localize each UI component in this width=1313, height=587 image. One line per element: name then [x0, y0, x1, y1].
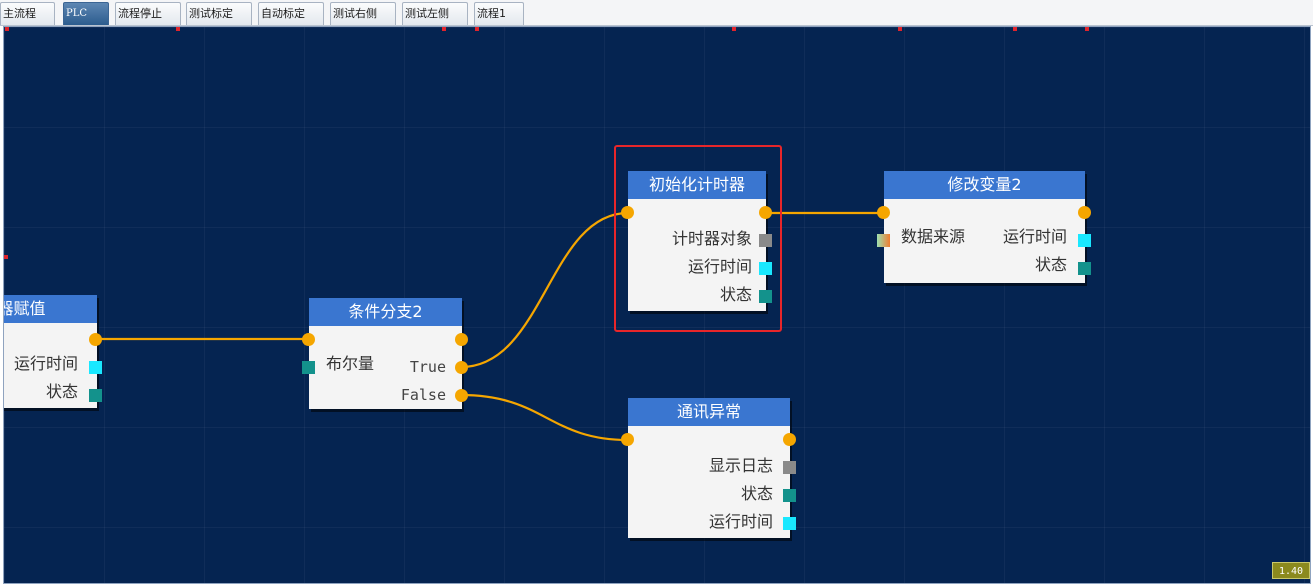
false-out-port[interactable]	[455, 389, 468, 402]
node-condition-branch[interactable]: 条件分支2 布尔量 True False	[309, 298, 462, 409]
output-label-runtime: 运行时间	[708, 512, 773, 531]
tab-flow-1[interactable]: 流程1	[474, 2, 524, 25]
zoom-level-badge: 1.40	[1272, 562, 1310, 579]
flow-canvas[interactable]: 寄存器赋值 运行时间 状态 条件分支2 布尔量 True False 初始化计时…	[3, 26, 1311, 584]
flow-tab-bar: 主流程 PLC 流程停止 测试标定 自动标定 测试右侧 测试左侧 流程1	[0, 0, 1313, 26]
runtime-out-port[interactable]	[89, 361, 102, 374]
node-title: 寄存器赋值	[4, 295, 97, 323]
tab-flow-stop[interactable]: 流程停止	[115, 2, 181, 25]
runtime-out-port[interactable]	[1078, 234, 1091, 247]
tab-test-calibration[interactable]: 测试标定	[186, 2, 252, 25]
exec-out-port[interactable]	[455, 333, 468, 346]
tab-test-right[interactable]: 测试右侧	[330, 2, 396, 25]
input-label-boolean: 布尔量	[326, 354, 375, 373]
status-out-port[interactable]	[89, 389, 102, 402]
status-out-port[interactable]	[783, 489, 796, 502]
branch-label-false: False	[400, 386, 446, 404]
tab-plc[interactable]: PLC	[63, 2, 109, 25]
exec-in-port[interactable]	[302, 333, 315, 346]
node-title: 通讯异常	[628, 398, 790, 426]
output-label-runtime: 运行时间	[1002, 227, 1067, 246]
node-communication-error[interactable]: 通讯异常 显示日志 状态 运行时间	[628, 398, 790, 538]
tab-auto-calibration[interactable]: 自动标定	[258, 2, 324, 25]
exec-in-port[interactable]	[621, 433, 634, 446]
output-label-status: 状态	[45, 382, 78, 401]
input-label-data-source: 数据来源	[901, 227, 966, 246]
node-register-assign[interactable]: 寄存器赋值 运行时间 状态	[4, 295, 97, 408]
exec-out-port[interactable]	[1078, 206, 1091, 219]
output-label-show-log: 显示日志	[708, 456, 773, 475]
true-out-port[interactable]	[455, 361, 468, 374]
exec-out-port[interactable]	[783, 433, 796, 446]
exec-out-port[interactable]	[89, 333, 102, 346]
exec-in-port[interactable]	[877, 206, 890, 219]
selection-box	[614, 145, 782, 332]
runtime-out-port[interactable]	[783, 517, 796, 530]
node-title: 条件分支2	[309, 298, 462, 326]
node-modify-variable[interactable]: 修改变量2 数据来源 运行时间 状态	[884, 171, 1085, 283]
show-log-out-port[interactable]	[783, 461, 796, 474]
status-out-port[interactable]	[1078, 262, 1091, 275]
boolean-in-port[interactable]	[302, 361, 315, 374]
output-label-status: 状态	[1034, 255, 1067, 274]
branch-label-true: True	[409, 358, 446, 376]
data-source-in-port[interactable]	[877, 234, 890, 247]
tab-test-left[interactable]: 测试左侧	[402, 2, 468, 25]
output-label-status: 状态	[740, 484, 773, 503]
wire-true-to-timer	[460, 211, 629, 369]
tab-main-flow[interactable]: 主流程	[0, 2, 55, 25]
node-title: 修改变量2	[884, 171, 1085, 199]
wire-false-to-comm	[460, 393, 629, 442]
output-label-runtime: 运行时间	[13, 354, 78, 373]
